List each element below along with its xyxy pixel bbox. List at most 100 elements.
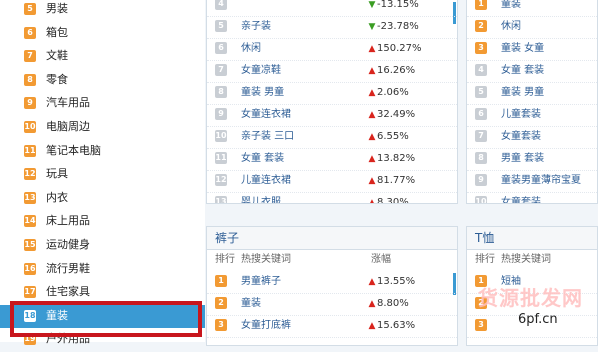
category-number-badge: 11 bbox=[24, 144, 36, 157]
sidebar-item[interactable]: 5 男装 bbox=[0, 0, 205, 22]
rank-badge: 1 bbox=[215, 275, 227, 287]
keyword-row[interactable]: 6 休闲 ▲ 150.27% bbox=[207, 38, 457, 61]
column-header: 排行 热搜关键词 bbox=[467, 250, 597, 270]
category-label: 零食 bbox=[46, 72, 68, 86]
trend-value: ▲ 32.49% bbox=[367, 107, 416, 123]
rank-badge: 10 bbox=[215, 130, 227, 142]
keyword-link[interactable]: 休闲 bbox=[501, 19, 521, 35]
keyword-link[interactable]: 童装 男童 bbox=[241, 85, 284, 101]
trend-percent: -13.15% bbox=[377, 0, 419, 10]
category-label: 户外用品 bbox=[46, 332, 90, 346]
arrow-up-icon: ▲ bbox=[368, 110, 376, 120]
sidebar-item[interactable]: 11 笔记本电脑 bbox=[0, 140, 205, 164]
keyword-row[interactable]: 3 女童打底裤 ▲ 15.63% bbox=[207, 315, 457, 338]
sidebar-item[interactable]: 6 箱包 bbox=[0, 22, 205, 46]
col-rank: 排行 bbox=[475, 254, 495, 265]
keyword-row[interactable]: 2 童装 ▲ 8.80% bbox=[207, 293, 457, 316]
rank-badge: 8 bbox=[475, 152, 487, 164]
keyword-link[interactable]: 女童凉鞋 bbox=[241, 63, 281, 79]
arrow-down-icon: ▼ bbox=[368, 22, 376, 32]
keyword-link[interactable]: 童装 bbox=[501, 0, 521, 13]
rank-badge: 11 bbox=[215, 152, 227, 164]
keyword-link[interactable]: 童装男童薄帘宝夏 bbox=[501, 173, 581, 189]
category-label: 文鞋 bbox=[46, 49, 68, 63]
arrow-down-icon: ▼ bbox=[368, 0, 376, 10]
category-label: 流行男鞋 bbox=[46, 261, 90, 275]
keyword-row[interactable]: 10 女童套装 bbox=[467, 192, 597, 203]
category-number-badge: 12 bbox=[24, 168, 36, 181]
sidebar-item[interactable]: 7 文鞋 bbox=[0, 45, 205, 69]
keyword-row[interactable]: 3 童装 女童 bbox=[467, 38, 597, 61]
rank-badge: 8 bbox=[215, 86, 227, 98]
keyword-row[interactable]: 5 童装 男童 bbox=[467, 82, 597, 105]
keyword-link[interactable]: 儿童套装 bbox=[501, 107, 541, 123]
rank-badge: 1 bbox=[475, 0, 487, 10]
keyword-link[interactable]: 婴儿衣服 bbox=[241, 195, 281, 203]
keyword-row[interactable]: 5 亲子装 ▼ -23.78% bbox=[207, 16, 457, 39]
sidebar-item[interactable]: 13 内衣 bbox=[0, 187, 205, 211]
keyword-row[interactable]: 2 休闲 bbox=[467, 16, 597, 39]
trend-value: ▲ 16.26% bbox=[367, 63, 416, 79]
keyword-row[interactable]: 9 女童连衣裙 ▲ 32.49% bbox=[207, 104, 457, 127]
trend-value: ▲ 13.82% bbox=[367, 151, 416, 167]
keyword-link[interactable]: 亲子装 三口 bbox=[241, 129, 294, 145]
sidebar-item[interactable]: 8 零食 bbox=[0, 69, 205, 93]
keyword-link[interactable]: 女童 套装 bbox=[501, 63, 544, 79]
sidebar-item[interactable]: 15 运动健身 bbox=[0, 234, 205, 258]
trend-percent: 8.30% bbox=[377, 197, 409, 204]
rank-badge: 4 bbox=[475, 64, 487, 76]
keyword-row[interactable]: 6 儿童套装 bbox=[467, 104, 597, 127]
sidebar-item[interactable]: 18 童装 bbox=[0, 304, 205, 329]
trend-percent: 2.06% bbox=[377, 87, 409, 98]
keyword-row[interactable]: 4 女童 套装 bbox=[467, 60, 597, 83]
sidebar-item[interactable]: 16 流行男鞋 bbox=[0, 258, 205, 282]
sidebar-item[interactable]: 14 床上用品 bbox=[0, 210, 205, 234]
keyword-link[interactable]: 女童套装 bbox=[501, 129, 541, 145]
keyword-row[interactable]: 11 女童 套装 ▲ 13.82% bbox=[207, 148, 457, 171]
sidebar-item[interactable]: 10 电脑周边 bbox=[0, 116, 205, 140]
col-keyword: 热搜关键词 bbox=[241, 254, 291, 265]
sidebar-item[interactable]: 17 住宅家具 bbox=[0, 281, 205, 305]
arrow-up-icon: ▲ bbox=[368, 132, 376, 142]
trend-value: ▲ 15.63% bbox=[367, 318, 416, 334]
keyword-link[interactable]: 童装 bbox=[241, 296, 261, 312]
keyword-link[interactable]: 童装 女童 bbox=[501, 41, 544, 57]
rank-badge: 12 bbox=[215, 174, 227, 186]
keyword-row[interactable]: 7 女童套装 bbox=[467, 126, 597, 149]
sidebar-item[interactable]: 9 汽车用品 bbox=[0, 92, 205, 116]
rank-badge: 5 bbox=[215, 20, 227, 32]
keyword-link[interactable]: 女童套装 bbox=[501, 195, 541, 203]
sidebar-item[interactable]: 12 玩具 bbox=[0, 163, 205, 187]
category-number-badge: 7 bbox=[24, 50, 36, 63]
keyword-row[interactable]: 1 男童裤子 ▲ 13.55% bbox=[207, 271, 457, 294]
keyword-row[interactable]: 4 ▼ -13.15% bbox=[207, 0, 457, 17]
keyword-row[interactable]: 13 婴儿衣服 ▲ 8.30% bbox=[207, 192, 457, 204]
keyword-row[interactable]: 7 女童凉鞋 ▲ 16.26% bbox=[207, 60, 457, 83]
category-number-badge: 8 bbox=[24, 73, 36, 86]
keyword-link[interactable]: 休闲 bbox=[241, 41, 261, 57]
category-sidebar: 5 男装 6 箱包 7 文鞋 8 零食 9 汽车用品 10 电脑周边 11 笔记本电脑 12 玩具 13 内衣 14… bbox=[0, 0, 205, 346]
category-label: 电脑周边 bbox=[46, 120, 90, 133]
category-number-badge: 13 bbox=[24, 191, 36, 204]
keyword-row[interactable]: 8 男童 套装 bbox=[467, 148, 597, 171]
keyword-row[interactable]: 1 童装 bbox=[467, 0, 597, 17]
keyword-link[interactable]: 童装 男童 bbox=[501, 85, 544, 101]
keyword-row[interactable]: 10 亲子装 三口 ▲ 6.55% bbox=[207, 126, 457, 149]
trend-value: ▲ 150.27% bbox=[367, 41, 422, 57]
sidebar-item[interactable]: 19 户外用品 bbox=[0, 328, 205, 352]
category-number-badge: 17 bbox=[24, 286, 36, 299]
trend-percent: 13.55% bbox=[377, 276, 416, 287]
keyword-row[interactable]: 9 童装男童薄帘宝夏 bbox=[467, 170, 597, 193]
keyword-link[interactable]: 儿童连衣裙 bbox=[241, 173, 291, 189]
panel-title-bar: 裤子 bbox=[207, 227, 457, 250]
keyword-link[interactable]: 男童裤子 bbox=[241, 274, 281, 290]
keyword-link[interactable]: 男童 套装 bbox=[501, 151, 544, 167]
keyword-link[interactable]: 女童连衣裙 bbox=[241, 107, 291, 123]
trend-percent: 81.77% bbox=[377, 175, 416, 186]
keyword-link[interactable]: 女童 套装 bbox=[241, 151, 284, 167]
keyword-row[interactable]: 12 儿童连衣裙 ▲ 81.77% bbox=[207, 170, 457, 193]
trend-value: ▲ 2.06% bbox=[367, 85, 409, 101]
keyword-link[interactable]: 亲子装 bbox=[241, 19, 271, 35]
keyword-link[interactable]: 女童打底裤 bbox=[241, 318, 291, 334]
keyword-row[interactable]: 8 童装 男童 ▲ 2.06% bbox=[207, 82, 457, 105]
